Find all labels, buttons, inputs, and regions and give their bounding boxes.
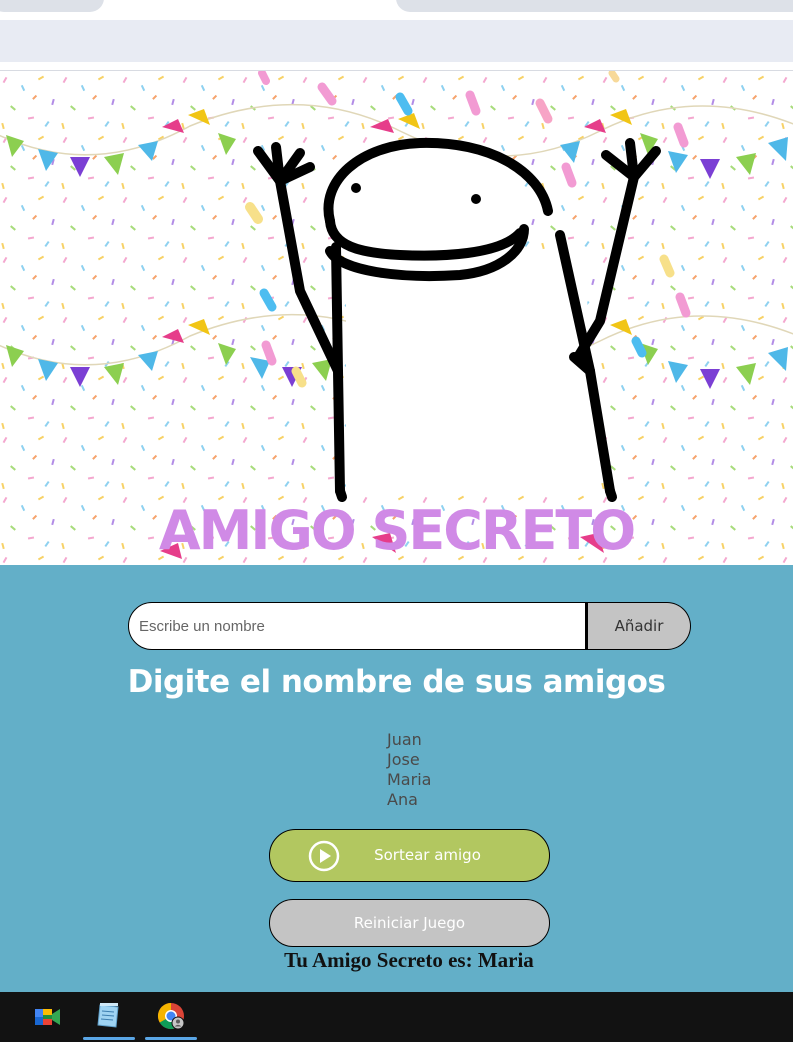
active-indicator: [145, 1037, 197, 1040]
hero-banner: AMIGO SECRETO: [0, 71, 793, 565]
page-title: AMIGO SECRETO: [158, 499, 636, 562]
taskbar-item-google-meet[interactable]: [21, 992, 73, 1042]
friends-list: Juan Jose Maria Ana: [387, 730, 431, 810]
list-item: Juan: [387, 730, 422, 749]
active-indicator: [83, 1037, 135, 1040]
chrome-icon: [157, 1002, 185, 1030]
main-section: Añadir Digite el nombre de sus amigos Ju…: [0, 565, 793, 992]
result-text: Tu Amigo Secreto es: Maria: [284, 948, 534, 972]
list-item: Maria: [387, 770, 432, 789]
name-input[interactable]: [128, 602, 586, 650]
google-meet-icon: [35, 1009, 60, 1025]
section-subtitle: Digite el nombre de sus amigos: [127, 664, 666, 700]
add-button[interactable]: Añadir: [586, 602, 691, 650]
draw-friend-label: Sortear amigo: [374, 846, 481, 864]
play-icon: [308, 840, 340, 872]
hero-illustration: [0, 71, 793, 565]
taskbar-item-notepad[interactable]: [83, 992, 135, 1042]
taskbar: [0, 992, 793, 1042]
reset-game-button[interactable]: Reiniciar Juego: [269, 899, 550, 947]
notepad-icon: [97, 1003, 119, 1028]
browser-tab[interactable]: [396, 0, 793, 12]
draw-friend-button[interactable]: Sortear amigo: [269, 829, 550, 882]
browser-tabstrip: [0, 0, 793, 20]
browser-toolbar: [0, 20, 793, 62]
taskbar-item-chrome[interactable]: [145, 992, 197, 1042]
list-item: Ana: [387, 790, 418, 809]
browser-tab[interactable]: [0, 0, 104, 12]
list-item: Jose: [387, 750, 420, 769]
